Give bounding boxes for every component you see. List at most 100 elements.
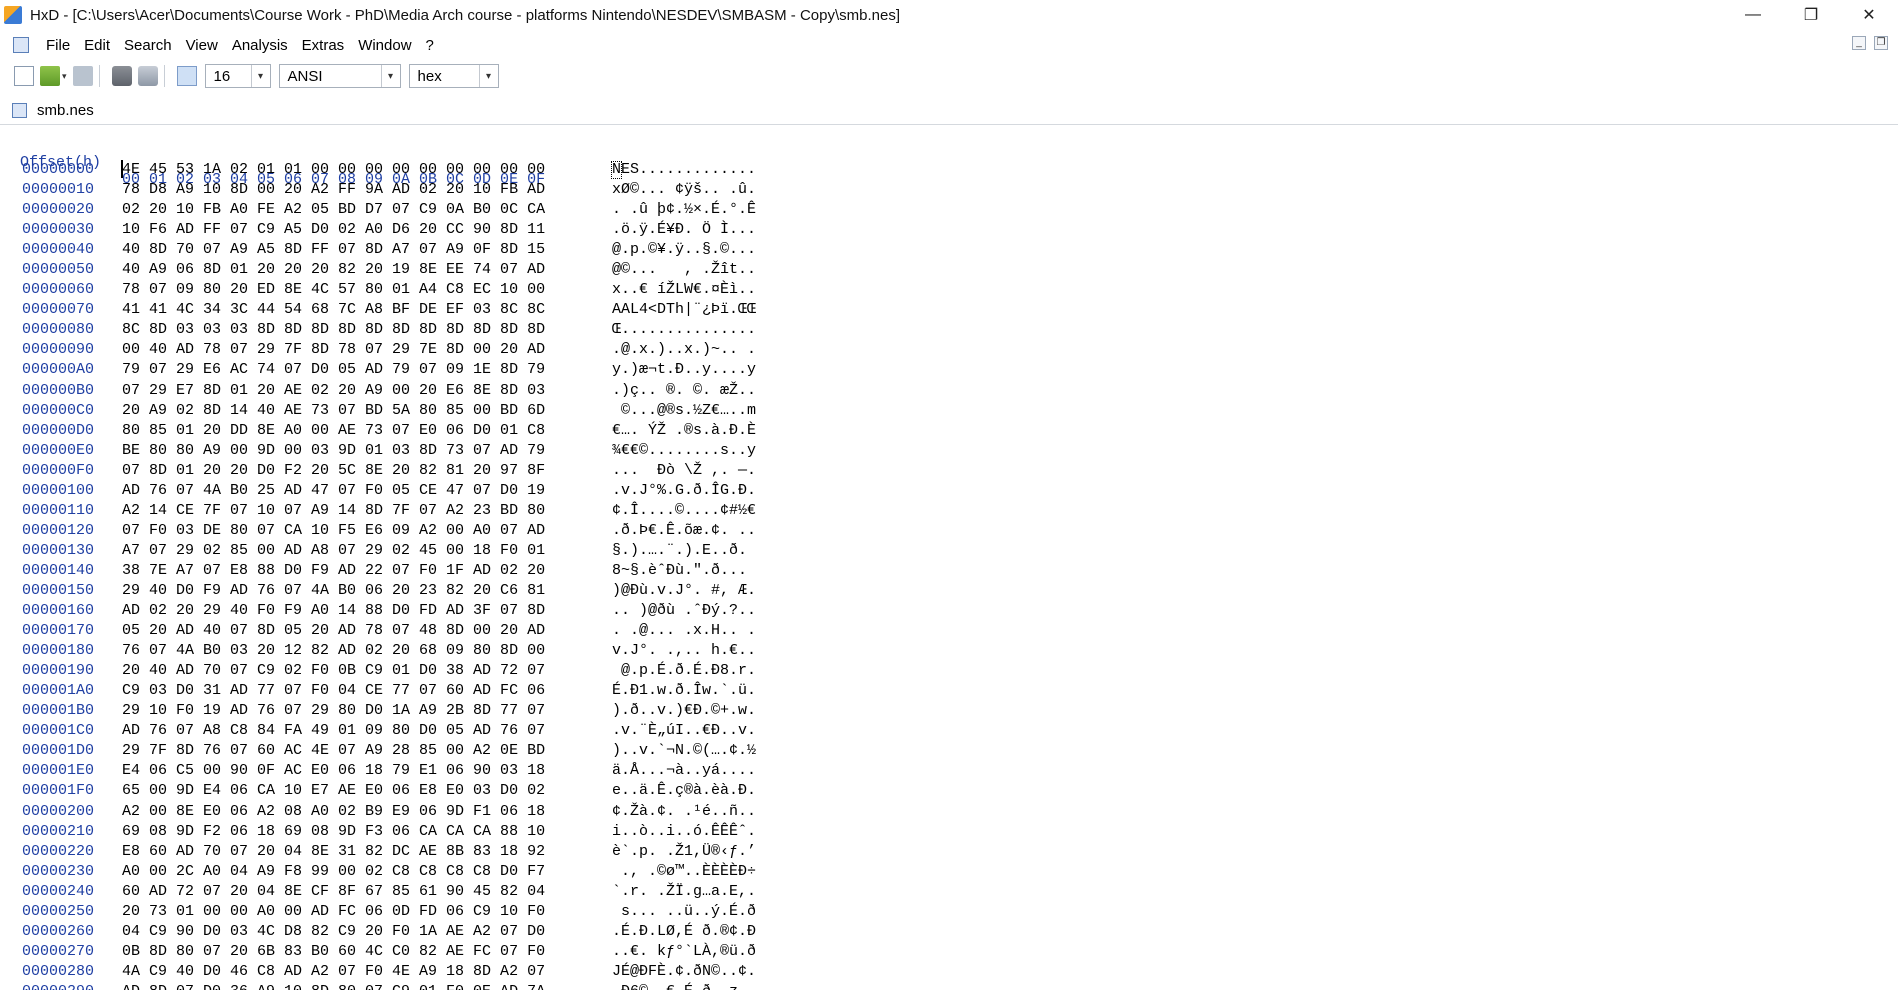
row-text[interactable]: )..v.`¬N.©(….¢.½ bbox=[612, 741, 756, 761]
row-hex-bytes[interactable]: 40 A9 06 8D 01 20 20 20 82 20 19 8E EE 7… bbox=[122, 260, 545, 280]
row-hex-bytes[interactable]: AD 76 07 4A B0 25 AD 47 07 F0 05 CE 47 0… bbox=[122, 481, 545, 501]
row-hex-bytes[interactable]: 78 07 09 80 20 ED 8E 4C 57 80 01 A4 C8 E… bbox=[122, 280, 545, 300]
row-hex-bytes[interactable]: 29 7F 8D 76 07 60 AC 4E 07 A9 28 85 00 A… bbox=[122, 741, 545, 761]
row-hex-bytes[interactable]: 4E 45 53 1A 02 01 01 00 00 00 00 00 00 0… bbox=[122, 160, 545, 180]
row-hex-bytes[interactable]: 00 40 AD 78 07 29 7F 8D 78 07 29 7E 8D 0… bbox=[122, 340, 545, 360]
row-hex-bytes[interactable]: 07 8D 01 20 20 D0 F2 20 5C 8E 20 82 81 2… bbox=[122, 461, 545, 481]
row-text[interactable]: è`.p. .Ž1,Ü®‹ƒ.’ bbox=[612, 842, 756, 862]
row-text[interactable]: x..€ íŽLW€.¤Èì.. bbox=[612, 280, 756, 300]
bytes-per-row-select[interactable]: 16 ▾ bbox=[204, 64, 271, 88]
row-text[interactable]: . .@... .x.H.. . bbox=[612, 621, 756, 641]
hex-editor[interactable]: Offset(h) 00 01 02 03 04 05 06 07 08 09 … bbox=[0, 125, 1898, 990]
row-text[interactable]: s... ..ü..ý.É.ð bbox=[612, 902, 756, 922]
row-hex-bytes[interactable]: 29 40 D0 F9 AD 76 07 4A B0 06 20 23 82 2… bbox=[122, 581, 545, 601]
row-text[interactable]: .@.x.)..x.)~.. . bbox=[612, 340, 756, 360]
row-text[interactable]: .v.¨È„úI..€Ð..v. bbox=[612, 721, 756, 741]
row-text[interactable]: .ö.ÿ.É¥Ð. Ö Ì... bbox=[612, 220, 756, 240]
row-text[interactable]: §.).….¨.).E..ð. bbox=[612, 541, 747, 561]
row-text[interactable]: ... Ðò \Ž ,. —. bbox=[612, 461, 756, 481]
menu-search[interactable]: Search bbox=[117, 37, 179, 54]
open-file-dropdown-icon[interactable]: ▾ bbox=[62, 71, 67, 82]
row-text[interactable]: Œ............... bbox=[612, 320, 756, 340]
menu-help[interactable]: ? bbox=[419, 37, 441, 54]
menu-view[interactable]: View bbox=[179, 37, 225, 54]
row-text[interactable]: i..ò..i..ó.ÊÊÊˆ. bbox=[612, 822, 756, 842]
row-hex-bytes[interactable]: 10 F6 AD FF 07 C9 A5 D0 02 A0 D6 20 CC 9… bbox=[122, 220, 545, 240]
row-text[interactable]: ©...@®s.½Z€…..m bbox=[612, 401, 756, 421]
row-hex-bytes[interactable]: 69 08 9D F2 06 18 69 08 9D F3 06 CA CA C… bbox=[122, 822, 545, 842]
document-restore-button[interactable]: ❐ bbox=[1874, 36, 1888, 50]
tab-smb-nes[interactable]: smb.nes bbox=[6, 96, 104, 124]
row-hex-bytes[interactable]: AD 8D 07 D0 36 A9 10 8D 80 07 C9 01 F0 0… bbox=[122, 982, 545, 990]
menu-edit[interactable]: Edit bbox=[77, 37, 117, 54]
row-text[interactable]: )@Ðù.v.J°. #, Æ. bbox=[612, 581, 756, 601]
open-file-icon[interactable] bbox=[40, 66, 60, 86]
row-hex-bytes[interactable]: E4 06 C5 00 90 0F AC E0 06 18 79 E1 06 9… bbox=[122, 761, 545, 781]
row-hex-bytes[interactable]: 8C 8D 03 03 03 8D 8D 8D 8D 8D 8D 8D 8D 8… bbox=[122, 320, 545, 340]
row-text[interactable]: .)ç.. ®. ©. æŽ.. bbox=[612, 381, 756, 401]
row-text[interactable]: xØ©... ¢ÿš.. .û. bbox=[612, 180, 756, 200]
row-hex-bytes[interactable]: 07 29 E7 8D 01 20 AE 02 20 A9 00 20 E6 8… bbox=[122, 381, 545, 401]
row-text[interactable]: AAL4<DTh|¨¿Þï.ŒŒ bbox=[612, 300, 756, 320]
row-text[interactable]: ¾€€©........s..y bbox=[612, 441, 756, 461]
row-text[interactable]: ä.Å...¬à..yá.... bbox=[612, 761, 756, 781]
row-hex-bytes[interactable]: A7 07 29 02 85 00 AD A8 07 29 02 45 00 1… bbox=[122, 541, 545, 561]
row-hex-bytes[interactable]: 29 10 F0 19 AD 76 07 29 80 D0 1A A9 2B 8… bbox=[122, 701, 545, 721]
row-text[interactable]: .. )@ðù .ˆÐý.?.. bbox=[612, 601, 756, 621]
save-icon[interactable] bbox=[72, 66, 93, 86]
chevron-down-icon[interactable]: ▾ bbox=[250, 65, 270, 87]
row-text[interactable]: y.)æ¬t.Ð..y....y bbox=[612, 360, 756, 380]
row-hex-bytes[interactable]: 07 F0 03 DE 80 07 CA 10 F5 E6 09 A2 00 A… bbox=[122, 521, 545, 541]
close-button[interactable]: ✕ bbox=[1840, 0, 1898, 30]
menu-window[interactable]: Window bbox=[351, 37, 418, 54]
row-text[interactable]: ).ð..v.)€Ð.©+.w. bbox=[612, 701, 756, 721]
row-hex-bytes[interactable]: 40 8D 70 07 A9 A5 8D FF 07 8D A7 07 A9 0… bbox=[122, 240, 545, 260]
row-hex-bytes[interactable]: 41 41 4C 34 3C 44 54 68 7C A8 BF DE EF 0… bbox=[122, 300, 545, 320]
charset-select[interactable]: ANSI ▾ bbox=[278, 64, 401, 88]
minimize-button[interactable]: — bbox=[1724, 0, 1782, 30]
row-hex-bytes[interactable]: 20 40 AD 70 07 C9 02 F0 0B C9 01 D0 38 A… bbox=[122, 661, 545, 681]
row-text[interactable]: v.J°. .,.. h.€.. bbox=[612, 641, 756, 661]
row-hex-bytes[interactable]: A2 14 CE 7F 07 10 07 A9 14 8D 7F 07 A2 2… bbox=[122, 501, 545, 521]
row-hex-bytes[interactable]: 60 AD 72 07 20 04 8E CF 8F 67 85 61 90 4… bbox=[122, 882, 545, 902]
row-text[interactable]: JÉ@ÐFÈ.¢.ðN©..¢. bbox=[612, 962, 756, 982]
row-text[interactable]: e..ä.Ê.ç®à.èà.Ð. bbox=[612, 781, 756, 801]
row-text[interactable]: . .û þ¢.½×.É.°.Ê bbox=[612, 200, 756, 220]
restore-button[interactable]: ❐ bbox=[1782, 0, 1840, 30]
row-hex-bytes[interactable]: 0B 8D 80 07 20 6B 83 B0 60 4C C0 82 AE F… bbox=[122, 942, 545, 962]
row-text[interactable]: .v.J°%.G.ð.ÎG.Ð. bbox=[612, 481, 756, 501]
row-text[interactable]: `.r. .ŽÏ.g…a.E,. bbox=[612, 882, 756, 902]
row-text[interactable]: ., .©ø™..ÈÈÈÈÐ÷ bbox=[612, 862, 756, 882]
row-text[interactable]: NES............. bbox=[612, 160, 756, 180]
row-hex-bytes[interactable]: 78 D8 A9 10 8D 00 20 A2 FF 9A AD 02 20 1… bbox=[122, 180, 545, 200]
row-hex-bytes[interactable]: 04 C9 90 D0 03 4C D8 82 C9 20 F0 1A AE A… bbox=[122, 922, 545, 942]
row-text[interactable]: @©... , .Žît.. bbox=[612, 260, 756, 280]
row-hex-bytes[interactable]: 80 85 01 20 DD 8E A0 00 AE 73 07 E0 06 D… bbox=[122, 421, 545, 441]
menu-file[interactable]: File bbox=[39, 37, 77, 54]
row-hex-bytes[interactable]: AD 02 20 29 40 F0 F9 A0 14 88 D0 FD AD 3… bbox=[122, 601, 545, 621]
menu-extras[interactable]: Extras bbox=[295, 37, 352, 54]
row-hex-bytes[interactable]: 20 A9 02 8D 14 40 AE 73 07 BD 5A 80 85 0… bbox=[122, 401, 545, 421]
row-hex-bytes[interactable]: A2 00 8E E0 06 A2 08 A0 02 B9 E9 06 9D F… bbox=[122, 802, 545, 822]
row-hex-bytes[interactable]: E8 60 AD 70 07 20 04 8E 31 82 DC AE 8B 8… bbox=[122, 842, 545, 862]
row-hex-bytes[interactable]: AD 76 07 A8 C8 84 FA 49 01 09 80 D0 05 A… bbox=[122, 721, 545, 741]
row-text[interactable]: @.p.©¥.ÿ..§.©... bbox=[612, 240, 756, 260]
row-hex-bytes[interactable]: C9 03 D0 31 AD 77 07 F0 04 CE 77 07 60 A… bbox=[122, 681, 545, 701]
row-hex-bytes[interactable]: 05 20 AD 40 07 8D 05 20 AD 78 07 48 8D 0… bbox=[122, 621, 545, 641]
row-text[interactable]: .ð.Þ€.Ê.õæ.¢. .. bbox=[612, 521, 756, 541]
row-hex-bytes[interactable]: 02 20 10 FB A0 FE A2 05 BD D7 07 C9 0A B… bbox=[122, 200, 545, 220]
row-text[interactable]: .Ð6©..€.É.ð..z.. bbox=[612, 982, 756, 990]
row-hex-bytes[interactable]: 20 73 01 00 00 A0 00 AD FC 06 0D FD 06 C… bbox=[122, 902, 545, 922]
new-file-icon[interactable] bbox=[14, 66, 34, 86]
row-text[interactable]: 8~§.èˆÐù.".ð... bbox=[612, 561, 756, 581]
row-hex-bytes[interactable]: 76 07 4A B0 03 20 12 82 AD 02 20 68 09 8… bbox=[122, 641, 545, 661]
row-text[interactable]: ¢.Žà.¢. .¹é..ñ.. bbox=[612, 802, 756, 822]
row-hex-bytes[interactable]: 38 7E A7 07 E8 88 D0 F9 AD 22 07 F0 1F A… bbox=[122, 561, 545, 581]
row-hex-bytes[interactable]: BE 80 80 A9 00 9D 00 03 9D 01 03 8D 73 0… bbox=[122, 441, 545, 461]
offset-base-select[interactable]: hex ▾ bbox=[408, 64, 499, 88]
document-system-menu-icon[interactable] bbox=[13, 37, 29, 53]
row-text[interactable]: €…. ÝŽ .®s.à.Ð.È bbox=[612, 421, 756, 441]
chevron-down-icon[interactable]: ▾ bbox=[380, 65, 400, 87]
row-hex-bytes[interactable]: 4A C9 40 D0 46 C8 AD A2 07 F0 4E A9 18 8… bbox=[122, 962, 545, 982]
chevron-down-icon[interactable]: ▾ bbox=[478, 65, 498, 87]
